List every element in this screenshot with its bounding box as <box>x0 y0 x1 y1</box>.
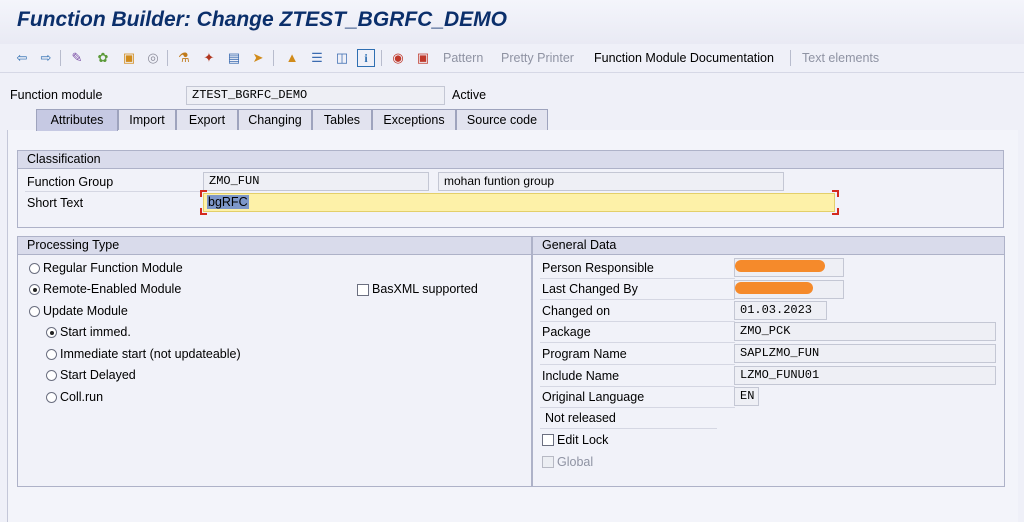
short-text-value: bgRFC <box>207 195 249 209</box>
person-responsible-label: Person Responsible <box>542 261 654 275</box>
short-text-input[interactable]: bgRFC <box>203 193 835 212</box>
row-divider <box>540 386 735 387</box>
processing-type-title: Processing Type <box>18 237 531 255</box>
update-module-label: Update Module <box>43 304 128 318</box>
application-toolbar: ⇦ ⇨ ✎ ✿ ▣ ◎ ⚗ ✦ ▤ ➤ ▲ ☰ ◫ i ◉ ▣ Pattern … <box>0 44 1024 73</box>
window-title: Function Builder: Change ZTEST_BGRFC_DEM… <box>17 8 508 31</box>
coll-run-label: Coll.run <box>60 390 104 404</box>
title-bar: Function Builder: Change ZTEST_BGRFC_DEM… <box>0 0 1024 44</box>
function-group-label: Function Group <box>27 175 114 189</box>
remote-enabled-label: Remote-Enabled Module <box>43 282 182 296</box>
row-divider <box>540 428 717 429</box>
last-changed-by-label: Last Changed By <box>542 282 638 296</box>
tab-attributes[interactable]: Attributes <box>36 109 118 131</box>
function-module-label: Function module <box>10 88 103 102</box>
text-elements-button[interactable]: Text elements <box>802 51 879 65</box>
short-text-label: Short Text <box>27 196 84 210</box>
edit-lock-label: Edit Lock <box>557 433 609 447</box>
object-list-icon[interactable]: ✿ <box>94 49 112 67</box>
where-used-icon[interactable]: ◎ <box>144 49 162 67</box>
program-name-label: Program Name <box>542 347 627 361</box>
session-breakpoint-icon[interactable]: ▣ <box>414 49 432 67</box>
remote-enabled-radio[interactable] <box>29 284 40 295</box>
required-marker <box>200 190 207 197</box>
forward-icon[interactable]: ⇨ <box>37 49 55 67</box>
changed-on-label: Changed on <box>542 304 611 318</box>
row-divider <box>540 299 735 300</box>
include-name-label: Include Name <box>542 369 620 383</box>
navigation-window-icon[interactable]: ➤ <box>249 49 267 67</box>
tab-export[interactable]: Export <box>176 109 238 130</box>
back-icon[interactable]: ⇦ <box>13 49 31 67</box>
start-immed-label: Start immed. <box>60 325 131 339</box>
package-field[interactable]: ZMO_PCK <box>734 322 996 341</box>
row-divider <box>540 342 735 343</box>
global-label: Global <box>557 455 594 469</box>
update-module-radio[interactable] <box>29 306 40 317</box>
layout-icon[interactable]: ◫ <box>333 49 351 67</box>
program-name-field[interactable]: SAPLZMO_FUN <box>734 344 996 363</box>
function-module-field[interactable]: ZTEST_BGRFC_DEMO <box>186 86 445 105</box>
breakpoint-icon[interactable]: ◉ <box>389 49 407 67</box>
redaction-mark <box>735 260 825 272</box>
release-status-text: Not released <box>545 411 616 425</box>
immediate-start-radio[interactable] <box>46 349 57 360</box>
toolbar-separator <box>60 50 61 66</box>
start-delayed-label: Start Delayed <box>60 368 136 382</box>
regular-function-label: Regular Function Module <box>43 261 183 275</box>
row-divider <box>540 321 735 322</box>
row-divider <box>25 191 203 192</box>
classification-title: Classification <box>18 151 1003 169</box>
row-divider <box>540 364 735 365</box>
tab-changing[interactable]: Changing <box>238 109 312 130</box>
tab-exceptions[interactable]: Exceptions <box>372 109 456 130</box>
coll-run-radio[interactable] <box>46 392 57 403</box>
display-change-icon[interactable]: ✎ <box>68 49 86 67</box>
tab-tables[interactable]: Tables <box>312 109 372 130</box>
hierarchy-icon[interactable]: ▲ <box>283 49 301 67</box>
toolbar-separator <box>381 50 382 66</box>
pattern-button[interactable]: Pattern <box>443 51 483 65</box>
required-marker <box>832 190 839 197</box>
function-group-field[interactable]: ZMO_FUN <box>203 172 429 191</box>
tab-source-code[interactable]: Source code <box>456 109 548 130</box>
edit-lock-checkbox[interactable] <box>542 434 554 446</box>
row-divider <box>540 278 735 279</box>
other-object-icon[interactable]: ▣ <box>120 49 138 67</box>
pretty-printer-button[interactable]: Pretty Printer <box>501 51 574 65</box>
regular-function-radio[interactable] <box>29 263 40 274</box>
basxml-label: BasXML supported <box>372 282 478 296</box>
toolbar-separator <box>167 50 168 66</box>
check-icon[interactable]: ⚗ <box>175 49 193 67</box>
fm-documentation-button[interactable]: Function Module Documentation <box>594 51 774 65</box>
test-icon[interactable]: ▤ <box>225 49 243 67</box>
original-language-label: Original Language <box>542 390 645 404</box>
include-name-field[interactable]: LZMO_FUNU01 <box>734 366 996 385</box>
toolbar-separator <box>273 50 274 66</box>
tab-import[interactable]: Import <box>118 109 176 130</box>
status-text: Active <box>452 88 487 102</box>
required-marker <box>200 208 207 215</box>
immediate-start-label: Immediate start (not updateable) <box>60 347 241 361</box>
start-delayed-radio[interactable] <box>46 370 57 381</box>
required-marker <box>832 208 839 215</box>
info-icon[interactable]: i <box>357 49 375 67</box>
original-language-field[interactable]: EN <box>734 387 759 406</box>
general-data-title: General Data <box>533 237 1004 255</box>
stack-icon[interactable]: ☰ <box>308 49 326 67</box>
row-divider <box>540 407 735 408</box>
function-group-description: mohan funtion group <box>438 172 784 191</box>
start-immed-radio[interactable] <box>46 327 57 338</box>
redaction-mark <box>735 282 813 294</box>
package-label: Package <box>542 325 591 339</box>
toolbar-separator <box>790 50 791 66</box>
activate-icon[interactable]: ✦ <box>200 49 218 67</box>
global-checkbox[interactable] <box>542 456 554 468</box>
changed-on-field[interactable]: 01.03.2023 <box>734 301 827 320</box>
basxml-checkbox[interactable] <box>357 284 369 296</box>
